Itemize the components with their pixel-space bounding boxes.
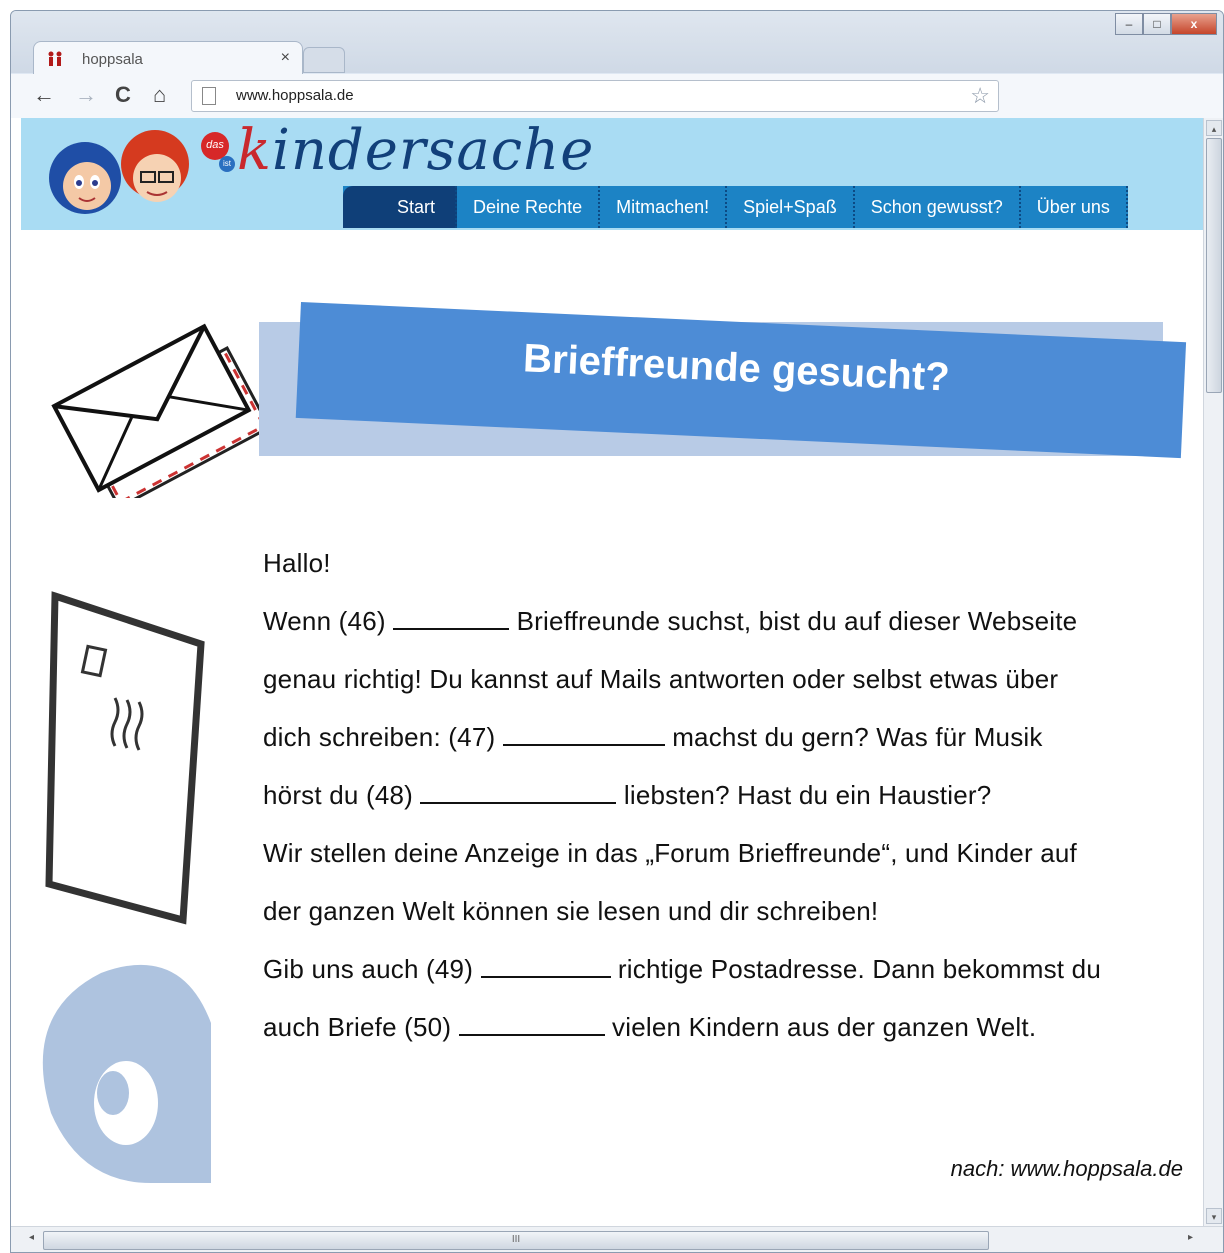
text-line-4: hörst du (48) liebsten? Hast du ein Haus…: [263, 780, 991, 811]
close-window-button[interactable]: x: [1171, 13, 1217, 35]
line-text: vielen Kindern aus der ganzen Welt.: [604, 1012, 1037, 1042]
nav-item-mitmachen[interactable]: Mitmachen!: [600, 186, 728, 228]
line-text: Wenn (46): [263, 606, 394, 636]
minimize-button[interactable]: –: [1115, 13, 1143, 35]
maximize-button[interactable]: □: [1143, 13, 1171, 35]
text-line-5: Wir stellen deine Anzeige in das „Forum …: [263, 838, 1077, 869]
blank-50[interactable]: [458, 1014, 605, 1036]
tab-close-icon[interactable]: ×: [281, 49, 290, 67]
nav-item-deine-rechte[interactable]: Deine Rechte: [457, 186, 601, 228]
browser-window: – □ x hoppsala × ← → C ⌂ www.hoppsala.de…: [10, 10, 1224, 1253]
text-line-3: dich schreiben: (47) machst du gern? Was…: [263, 722, 1043, 753]
line-text: liebsten? Hast du ein Haustier?: [616, 780, 992, 810]
mascots-logo-icon: [49, 130, 189, 214]
logo-wordmark: kindersache: [237, 118, 594, 183]
line-text: genau richtig! Du kannst auf Mails antwo…: [263, 664, 1059, 694]
envelope-icon: [51, 323, 272, 498]
site-header: das ist kindersache Start Deine Rechte M…: [21, 118, 1203, 230]
line-text: richtige Postadresse. Dann bekommst du: [610, 954, 1101, 984]
logo-ist-badge: ist: [219, 156, 235, 172]
new-tab-button[interactable]: [303, 47, 345, 73]
blank-49[interactable]: [480, 956, 611, 978]
scroll-right-icon[interactable]: ▸: [1188, 1232, 1193, 1243]
text-line-2: genau richtig! Du kannst auf Mails antwo…: [263, 664, 1058, 695]
horizontal-scroll-thumb[interactable]: III: [43, 1231, 989, 1250]
title-bar: – □ x hoppsala ×: [11, 11, 1223, 76]
blank-47[interactable]: [502, 724, 665, 746]
line-text: dich schreiben: (47): [263, 722, 503, 752]
blank-48[interactable]: [420, 782, 617, 804]
line-text: Gib uns auch (49): [263, 954, 481, 984]
line-text: auch Briefe (50): [263, 1012, 459, 1042]
nav-item-spiel-spass[interactable]: Spiel+Spaß: [727, 186, 855, 228]
postcard-icon: [45, 591, 205, 925]
at-sign-icon: [42, 964, 212, 1183]
text-line-8: auch Briefe (50) vielen Kindern aus der …: [263, 1012, 1036, 1043]
forward-icon[interactable]: →: [75, 82, 97, 108]
nav-item-start[interactable]: Start: [343, 186, 458, 228]
home-icon[interactable]: ⌂: [153, 82, 166, 108]
greeting-text: Hallo!: [263, 548, 331, 578]
back-icon[interactable]: ←: [33, 82, 55, 108]
scroll-up-icon[interactable]: ▴: [1206, 120, 1222, 136]
logo-k: k: [237, 118, 272, 183]
line-text: Wir stellen deine Anzeige in das „Forum …: [263, 838, 1077, 868]
line-text: der ganzen Welt können sie lesen und dir…: [263, 896, 879, 926]
line-text: hörst du (48): [263, 780, 421, 810]
vertical-scroll-thumb[interactable]: [1206, 138, 1222, 393]
horizontal-scrollbar[interactable]: ◂ III ▸: [11, 1226, 1223, 1252]
bookmark-star-icon[interactable]: ☆: [970, 83, 990, 109]
line-text: machst du gern? Was für Musik: [664, 722, 1043, 752]
text-line-6: der ganzen Welt können sie lesen und dir…: [263, 896, 878, 927]
page-viewport: das ist kindersache Start Deine Rechte M…: [11, 118, 1203, 1226]
browser-toolbar: ← → C ⌂ www.hoppsala.de ☆: [11, 74, 1223, 119]
text-line-7: Gib uns auch (49) richtige Postadresse. …: [263, 954, 1101, 985]
line-text: Brieffreunde suchst, bist du auf dieser …: [509, 606, 1078, 636]
reload-icon[interactable]: C: [115, 82, 131, 108]
nav-item-schon-gewusst[interactable]: Schon gewusst?: [855, 186, 1021, 228]
text-line-1: Wenn (46) Brieffreunde suchst, bist du a…: [263, 606, 1077, 637]
hoppsala-favicon-icon: [46, 50, 64, 71]
site-nav: Start Deine Rechte Mitmachen! Spiel+Spaß…: [343, 186, 1128, 228]
tab-title: hoppsala: [82, 51, 143, 68]
url-text[interactable]: www.hoppsala.de: [236, 87, 354, 104]
nav-item-ueber-uns[interactable]: Über uns: [1021, 186, 1128, 228]
scroll-down-icon[interactable]: ▾: [1206, 1208, 1222, 1224]
window-controls: – □ x: [1115, 13, 1217, 35]
logo-rest: indersache: [271, 118, 595, 183]
address-bar[interactable]: www.hoppsala.de ☆: [191, 80, 999, 112]
browser-tab[interactable]: hoppsala ×: [33, 41, 303, 76]
vertical-scrollbar[interactable]: ▴ ▾: [1203, 118, 1223, 1226]
blank-46[interactable]: [393, 608, 510, 630]
source-credit: nach: www.hoppsala.de: [950, 1156, 1183, 1181]
page-icon: [202, 87, 216, 105]
scroll-left-icon[interactable]: ◂: [29, 1232, 34, 1243]
